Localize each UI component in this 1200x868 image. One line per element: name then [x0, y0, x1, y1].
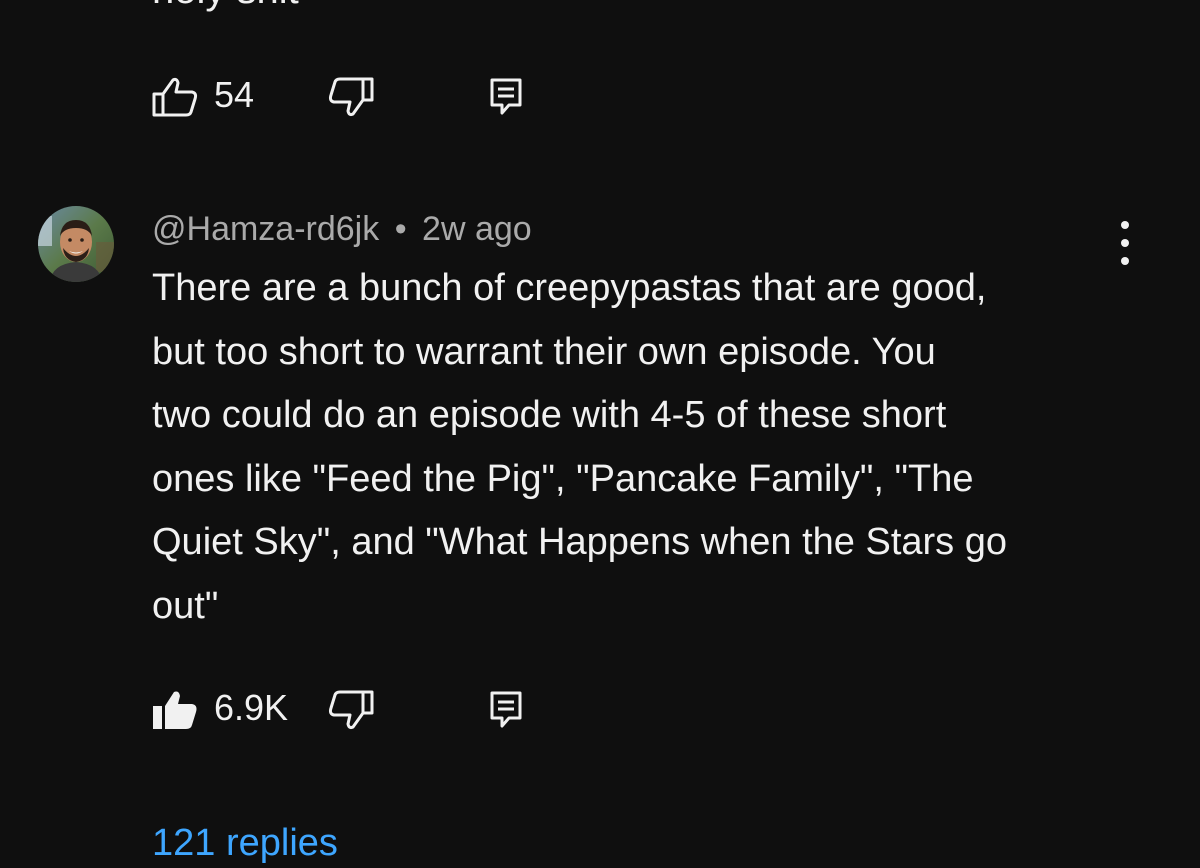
thumbs-down-icon[interactable] — [328, 690, 374, 730]
like-count: 54 — [214, 74, 255, 115]
previous-comment-text: holy shit — [152, 0, 299, 10]
thumbs-up-filled-icon[interactable] — [152, 690, 198, 730]
comment-line: out" — [152, 584, 219, 627]
comment-line: ones like "Feed the Pig", "Pancake Famil… — [152, 457, 974, 500]
avatar[interactable] — [38, 206, 114, 282]
comment-line: but too short to warrant their own episo… — [152, 330, 936, 373]
comment-line: two could do an episode with 4-5 of thes… — [152, 394, 947, 436]
comment-reply-icon[interactable] — [489, 77, 523, 117]
author-handle[interactable]: @Hamza-rd6jk — [152, 210, 379, 248]
comment-line: There are a bunch of creepypastas that a… — [152, 267, 987, 309]
avatar-photo — [38, 206, 114, 282]
comment-text: There are a bunch of creepypastas that a… — [152, 257, 1152, 638]
comment-line: Quiet Sky", and "What Happens when the S… — [152, 521, 1007, 563]
thumbs-up-icon[interactable] — [152, 77, 198, 117]
view-replies-link[interactable]: 121 replies — [152, 818, 338, 868]
comment-timestamp: 2w ago — [422, 210, 532, 248]
comment-meta: @Hamza-rd6jk • 2w ago — [152, 207, 532, 251]
thumbs-down-icon[interactable] — [328, 77, 374, 117]
comment-reply-icon[interactable] — [489, 690, 523, 730]
meta-separator: • — [394, 210, 407, 248]
like-count: 6.9K — [214, 687, 289, 728]
